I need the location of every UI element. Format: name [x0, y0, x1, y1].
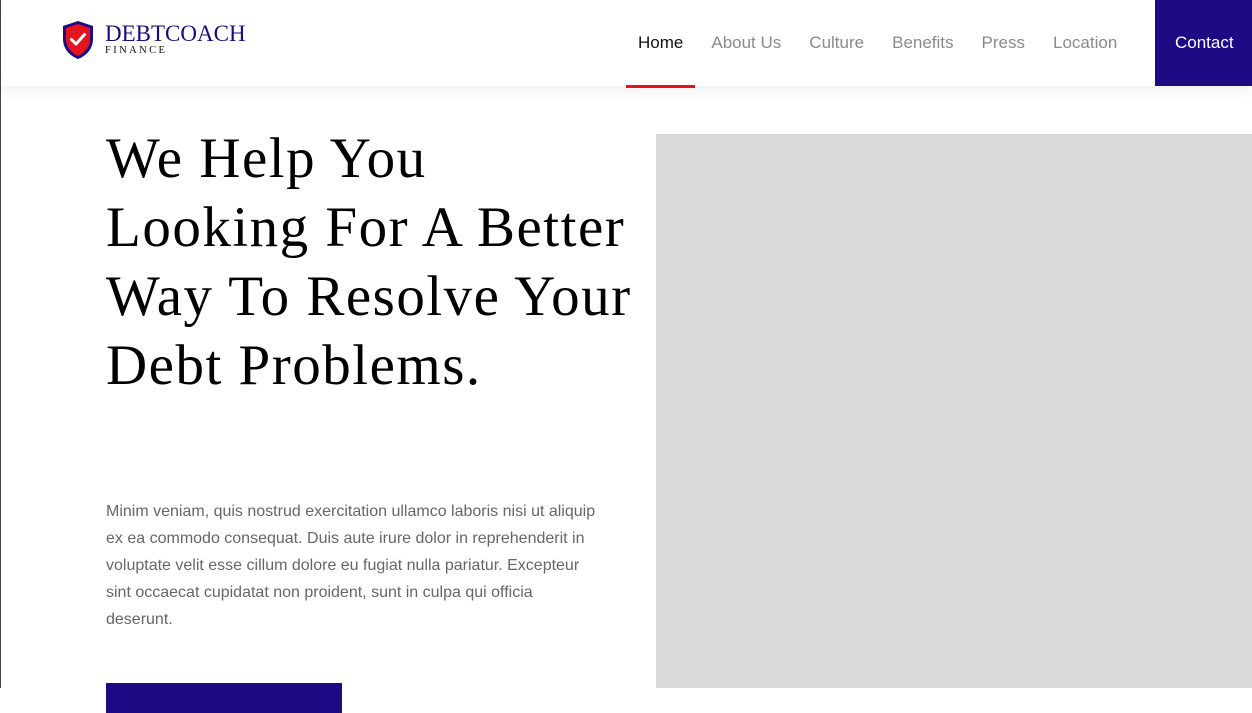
nav-item-home[interactable]: Home: [624, 0, 697, 88]
main-nav: Home About Us Culture Benefits Press Loc…: [624, 0, 1131, 88]
logo-wordmark: DEBTCOACH FINANCE: [105, 20, 246, 56]
hero-description: Minim veniam, quis nostrud exercitation …: [106, 503, 596, 628]
nav-item-label: About Us: [711, 33, 782, 52]
nav-item-label: Press: [981, 33, 1026, 52]
hero-title: We Help You Looking For A Better Way To …: [106, 127, 632, 397]
nav-item-culture[interactable]: Culture: [795, 0, 878, 86]
logo-tagline: FINANCE: [105, 45, 168, 56]
nav-item-about-us[interactable]: About Us: [697, 0, 795, 86]
nav-item-benefits[interactable]: Benefits: [878, 0, 967, 86]
site-logo[interactable]: DEBTCOACH FINANCE: [61, 20, 246, 60]
nav-item-location[interactable]: Location: [1039, 0, 1131, 86]
contact-button[interactable]: Contact: [1155, 0, 1252, 86]
shield-check-icon: [63, 21, 93, 59]
nav-item-label: Culture: [809, 33, 865, 52]
nav-item-label: Location: [1053, 33, 1118, 52]
hero-image-placeholder: [656, 134, 1252, 688]
nav-item-press[interactable]: Press: [968, 0, 1039, 86]
logo-name: DEBTCOACH: [105, 21, 246, 46]
nav-item-label: Benefits: [892, 33, 954, 52]
active-nav-indicator: [626, 85, 696, 88]
nav-item-label: Home: [638, 33, 684, 52]
site-header: DEBTCOACH FINANCE Home About Us Culture …: [1, 0, 1252, 88]
